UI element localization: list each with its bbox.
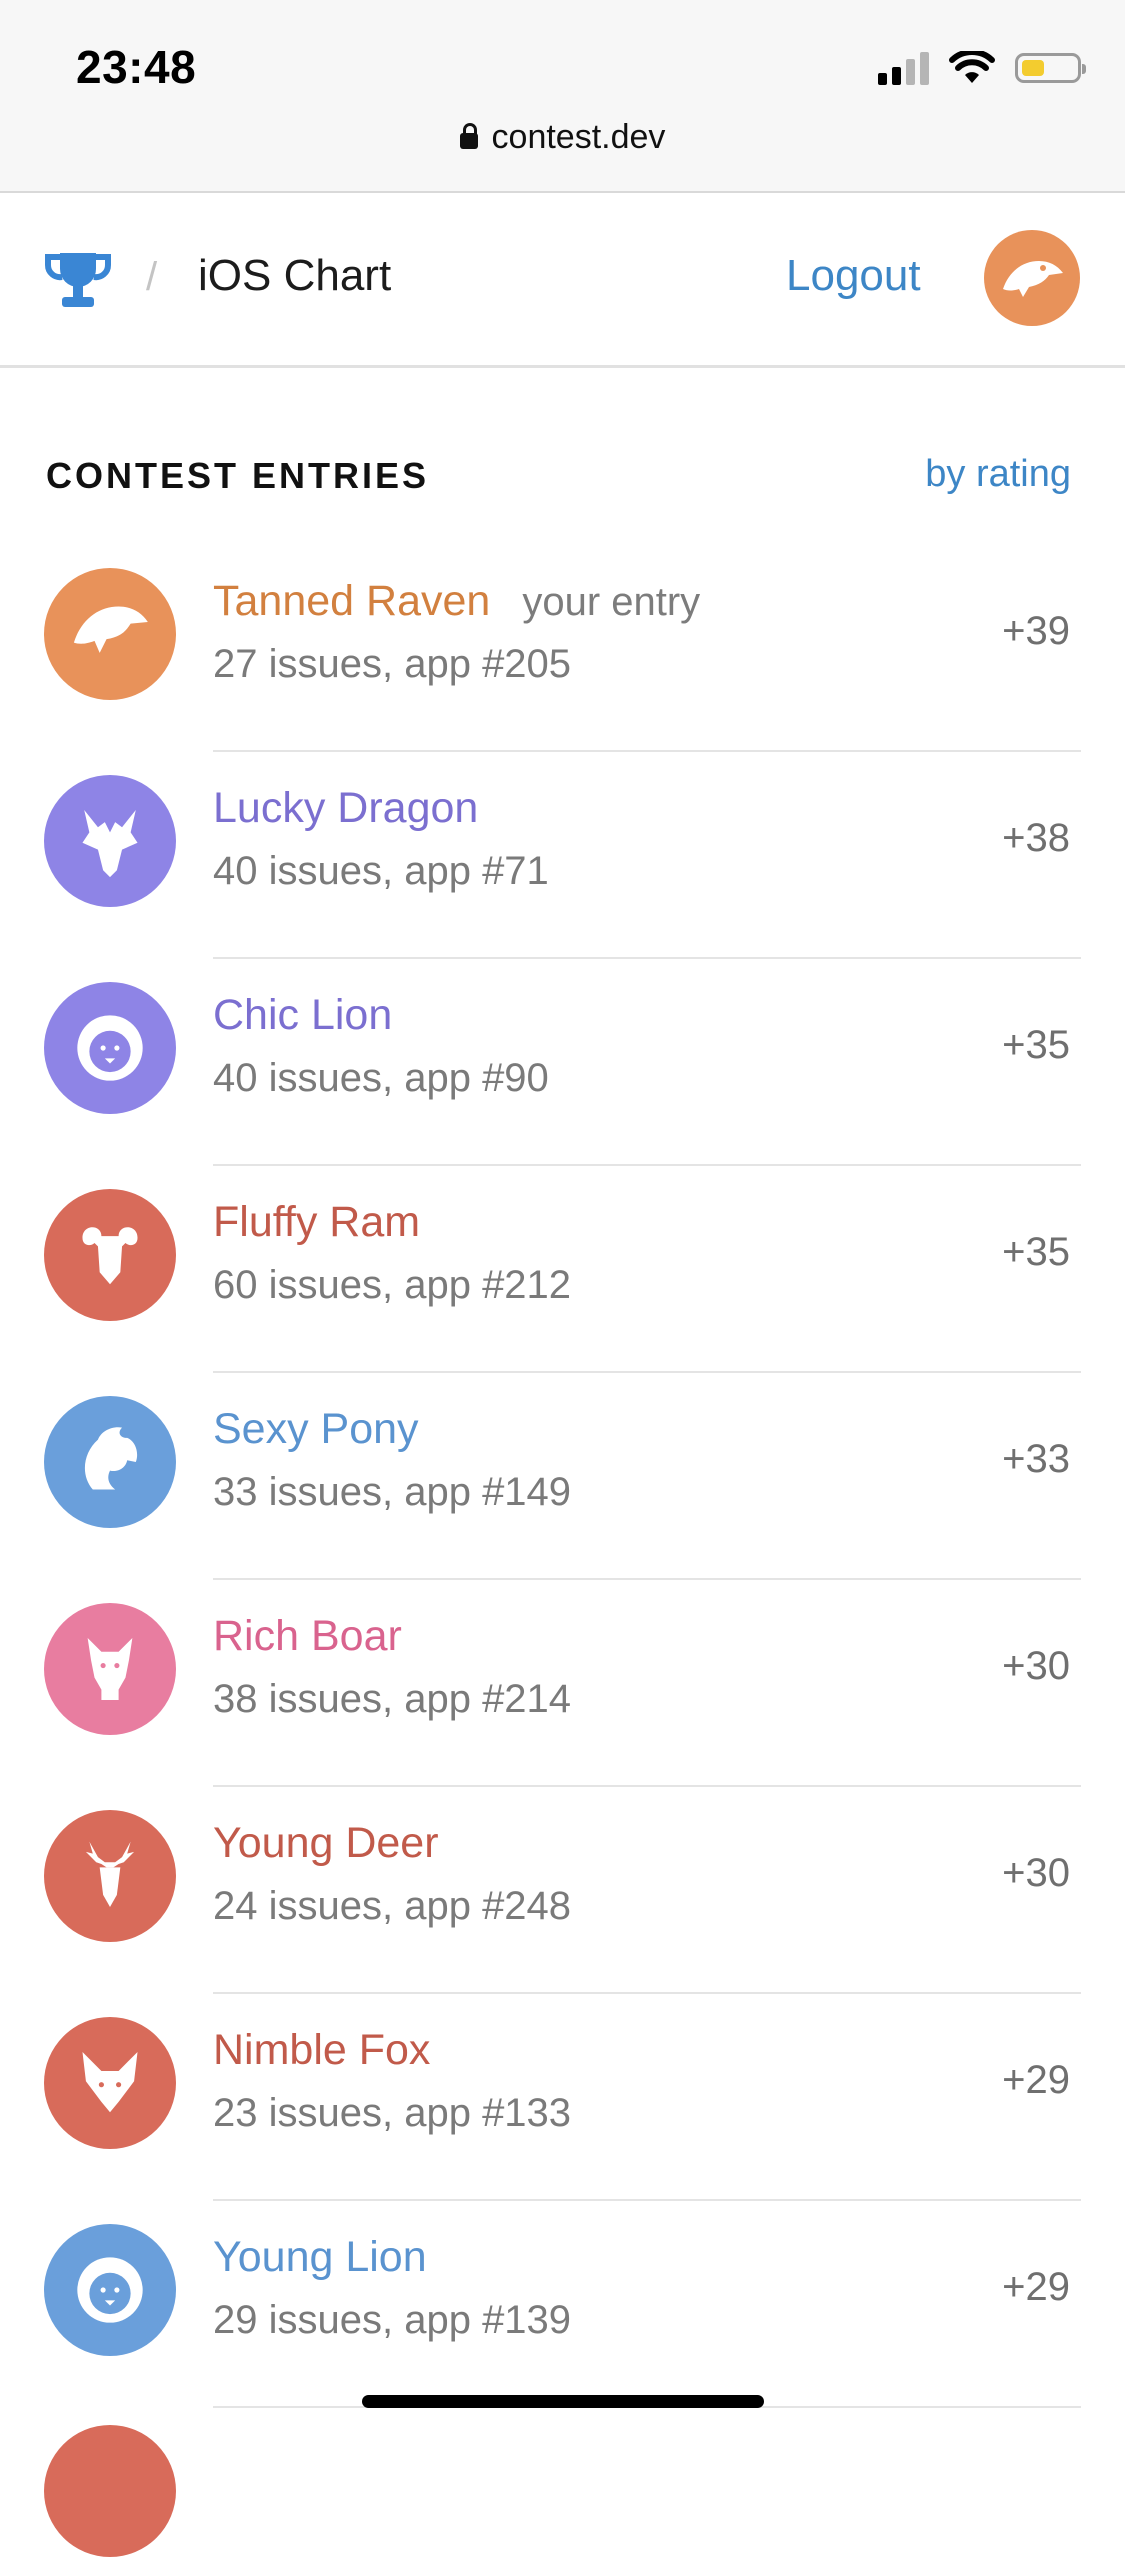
- entry-meta: 23 issues, app #133: [213, 2091, 572, 2135]
- entry-avatar[interactable]: [44, 982, 176, 1114]
- list-item[interactable]: Young Deer 24 issues, app #248 +30: [0, 1787, 1125, 1994]
- entry-meta: 27 issues, app #205: [213, 642, 572, 686]
- entry-avatar[interactable]: [44, 1189, 176, 1321]
- ram-icon: [82, 1227, 138, 1285]
- status-time: 23:48: [76, 41, 197, 93]
- dragon-icon: [82, 810, 138, 878]
- entry-score: +30: [1002, 1851, 1070, 1895]
- list-item[interactable]: Rich Boar 38 issues, app #214 +30: [0, 1580, 1125, 1787]
- entry-score: +33: [1002, 1437, 1070, 1481]
- list-item[interactable]: Sexy Pony 33 issues, app #149 +33: [0, 1373, 1125, 1580]
- entry-score: +35: [1002, 1023, 1070, 1067]
- section-title: CONTEST ENTRIES: [46, 455, 430, 496]
- entry-name-text: Sexy Pony: [213, 1405, 419, 1453]
- entry-name-text: Young Lion: [213, 2233, 427, 2281]
- list-item[interactable]: Young Lion 29 issues, app #139 +29: [0, 2201, 1125, 2408]
- entry-avatar[interactable]: [44, 568, 176, 700]
- page-title: iOS Chart: [198, 251, 392, 300]
- entry-name[interactable]: Chic Lion: [213, 991, 392, 1040]
- home-indicator: [362, 2395, 764, 2408]
- entry-name[interactable]: Nimble Fox: [213, 2026, 430, 2075]
- cellular-signal-icon: [878, 51, 929, 85]
- entries-list: Tanned Raven your entry 27 issues, app #2…: [0, 545, 1125, 2408]
- entry-name-text: Rich Boar: [213, 1612, 402, 1660]
- lion-icon: [77, 1015, 143, 1081]
- breadcrumb-separator: /: [146, 255, 158, 299]
- list-item[interactable]: Chic Lion 40 issues, app #90 +35: [0, 959, 1125, 1166]
- entry-avatar[interactable]: [44, 2224, 176, 2356]
- boar-icon: [87, 1638, 133, 1700]
- entry-avatar: [44, 2425, 176, 2557]
- entry-score: +39: [1002, 609, 1070, 653]
- list-item[interactable]: Nimble Fox 23 issues, app #133 +29: [0, 1994, 1125, 2201]
- pony-icon: [84, 1427, 138, 1490]
- entry-score: +30: [1002, 1644, 1070, 1688]
- list-item[interactable]: Tanned Raven your entry 27 issues, app #2…: [0, 545, 1125, 752]
- entry-name[interactable]: Tanned Raven your entry: [213, 577, 700, 626]
- entry-meta: 33 issues, app #149: [213, 1470, 572, 1514]
- entry-score: +29: [1002, 2058, 1070, 2102]
- entry-meta: 38 issues, app #214: [213, 1677, 572, 1721]
- entry-name-text: Young Deer: [213, 1819, 439, 1867]
- lion-icon: [77, 2257, 143, 2323]
- entry-meta: 29 issues, app #139: [213, 2298, 572, 2342]
- entry-name[interactable]: Rich Boar: [213, 1612, 402, 1661]
- battery-icon: [1015, 53, 1086, 83]
- trophy-icon[interactable]: [44, 251, 112, 309]
- entry-avatar[interactable]: [44, 2017, 176, 2149]
- entry-name-text: Tanned Raven: [213, 577, 491, 625]
- app-header: / iOS Chart Logout: [0, 193, 1125, 368]
- entry-score: +38: [1002, 816, 1070, 860]
- fox-icon: [82, 2052, 138, 2113]
- entry-avatar[interactable]: [44, 1810, 176, 1942]
- entry-score: +29: [1002, 2265, 1070, 2309]
- entry-avatar[interactable]: [44, 775, 176, 907]
- raven-icon: [1003, 261, 1063, 297]
- wifi-icon: [949, 51, 995, 83]
- sort-by-rating-link[interactable]: by rating: [925, 453, 1071, 496]
- entry-name-text: Fluffy Ram: [213, 1198, 421, 1246]
- status-icons: [878, 48, 1086, 88]
- list-item[interactable]: Lucky Dragon 40 issues, app #71 +38: [0, 752, 1125, 959]
- entry-meta: 60 issues, app #212: [213, 1263, 572, 1307]
- logout-link[interactable]: Logout: [786, 251, 921, 301]
- raven-icon: [73, 606, 148, 653]
- entry-meta: 24 issues, app #248: [213, 1884, 572, 1928]
- entry-name[interactable]: Lucky Dragon: [213, 784, 478, 833]
- entry-meta: 40 issues, app #71: [213, 849, 549, 893]
- list-item[interactable]: Fluffy Ram 60 issues, app #212 +35: [0, 1166, 1125, 1373]
- entry-name[interactable]: Young Lion: [213, 2233, 427, 2282]
- entry-name[interactable]: Fluffy Ram: [213, 1198, 420, 1247]
- deer-icon: [85, 1841, 135, 1907]
- entry-name-text: Nimble Fox: [213, 2026, 431, 2074]
- address-bar[interactable]: contest.dev: [0, 118, 1125, 157]
- your-entry-tag: your entry: [522, 580, 701, 624]
- url-text: contest.dev: [491, 118, 666, 156]
- entry-name[interactable]: Young Deer: [213, 1819, 439, 1868]
- entry-name-text: Lucky Dragon: [213, 784, 479, 832]
- entry-score: +35: [1002, 1230, 1070, 1274]
- entry-name-text: Chic Lion: [213, 991, 393, 1039]
- entry-name[interactable]: Sexy Pony: [213, 1405, 419, 1454]
- entry-avatar[interactable]: [44, 1396, 176, 1528]
- user-avatar[interactable]: [984, 230, 1080, 326]
- lock-icon: [459, 123, 478, 149]
- entry-avatar[interactable]: [44, 1603, 176, 1735]
- entry-meta: 40 issues, app #90: [213, 1056, 549, 1100]
- browser-chrome: 23:48 contest.dev: [0, 0, 1125, 193]
